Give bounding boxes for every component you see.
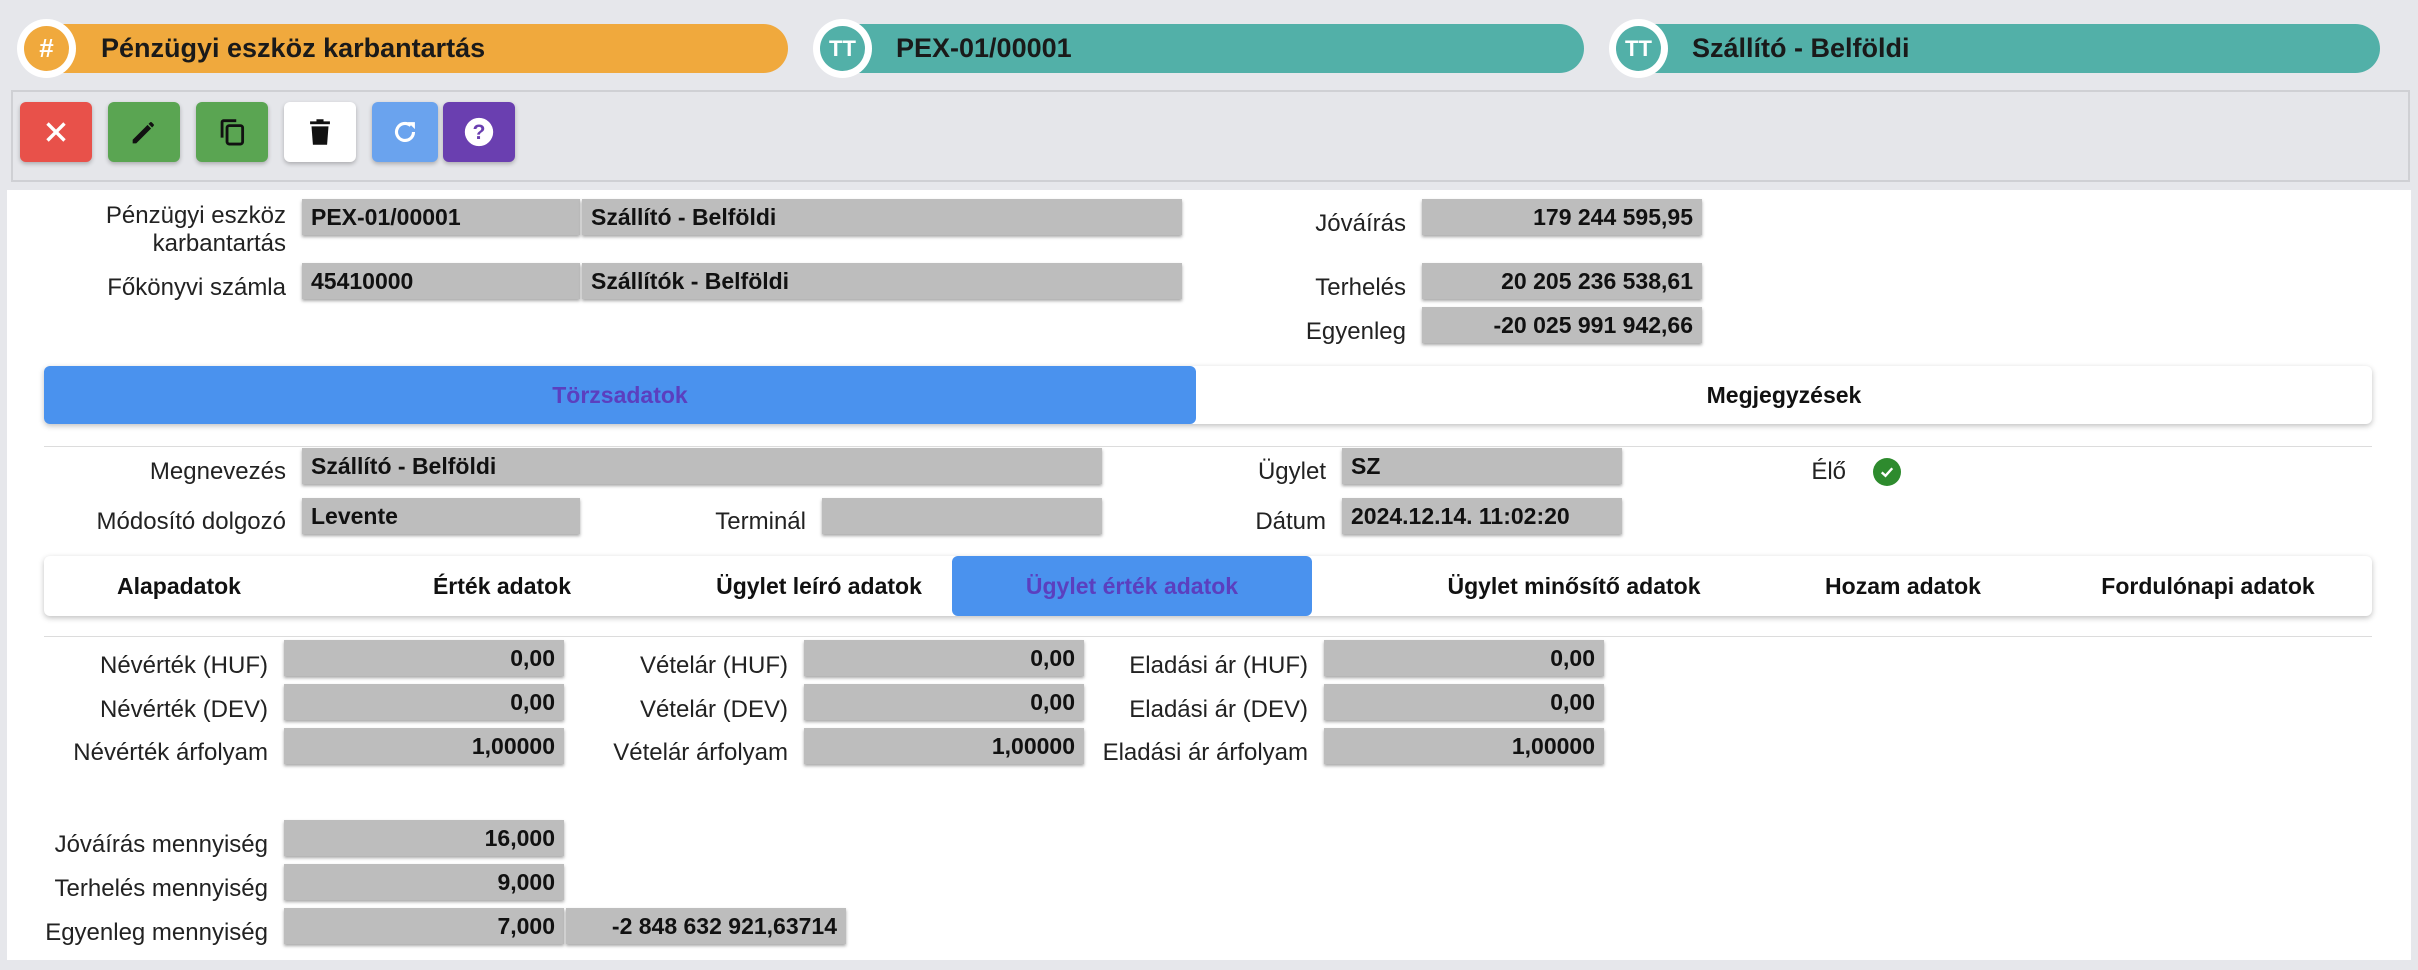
- help-button[interactable]: ?: [443, 102, 515, 162]
- trash-icon: [310, 119, 330, 145]
- code-pill: TT PEX-01/00001: [813, 19, 1584, 78]
- credit-label: Jóváírás: [1315, 210, 1406, 237]
- copy-icon: [220, 119, 245, 146]
- deal-label: Ügylet: [1257, 458, 1326, 485]
- terminal-label: Terminál: [715, 508, 806, 535]
- asset-name-field[interactable]: Szállító - Belföldi: [582, 199, 1182, 235]
- nom-huf-field[interactable]: 0,00: [284, 640, 564, 676]
- balance-qty-label: Egyenleg mennyiség: [45, 919, 268, 946]
- debit-label: Terhelés: [1315, 274, 1406, 301]
- name-field[interactable]: Szállító - Belföldi: [302, 448, 1102, 484]
- balance-amount-field[interactable]: -2 848 632 921,63714: [566, 908, 846, 944]
- ledger-code-field[interactable]: 45410000: [302, 263, 580, 299]
- sell-huf-label: Eladási ár (HUF): [1129, 652, 1308, 679]
- refresh-icon: [395, 121, 416, 142]
- name-label: Megnevezés: [149, 458, 286, 485]
- tab-megjegyzesek[interactable]: Megjegyzések: [1196, 366, 2372, 424]
- delete-button[interactable]: [284, 102, 356, 162]
- live-checkbox[interactable]: [1873, 458, 1901, 486]
- tab-torzsadatok[interactable]: Törzsadatok: [44, 366, 1196, 424]
- balance-label: Egyenleg: [1305, 318, 1406, 345]
- toolbar: [11, 90, 2410, 182]
- credit-qty-label: Jóváírás mennyiség: [54, 831, 268, 858]
- nom-rate-label: Névérték árfolyam: [73, 739, 268, 766]
- ledger-name-field[interactable]: Szállítók - Belföldi: [582, 263, 1182, 299]
- buy-rate-label: Vételár árfolyam: [613, 739, 788, 766]
- tab-ugylet-minosito-adatok[interactable]: Ügylet minősítő adatok: [1364, 556, 1784, 616]
- text-type-icon: TT: [1616, 26, 1661, 71]
- tab-hozam-adatok[interactable]: Hozam adatok: [1728, 556, 2078, 616]
- sell-dev-label: Eladási ár (DEV): [1129, 696, 1308, 723]
- hash-icon: #: [24, 26, 69, 71]
- date-label: Dátum: [1255, 508, 1326, 535]
- copy-button[interactable]: [196, 102, 268, 162]
- type-pill: TT Szállító - Belföldi: [1609, 19, 2380, 78]
- tab-ugylet-ertek-adatok[interactable]: Ügylet érték adatok: [952, 556, 1312, 616]
- text-type-badge: TT: [1609, 19, 1668, 78]
- divider: [44, 636, 2372, 637]
- title-pill: # Pénzügyi eszköz karbantartás: [17, 19, 788, 78]
- pencil-icon: [132, 122, 154, 144]
- sell-rate-label: Eladási ár árfolyam: [1102, 739, 1308, 766]
- debit-qty-label: Terhelés mennyiség: [54, 875, 268, 902]
- debit-qty-field[interactable]: 9,000: [284, 864, 564, 900]
- divider: [44, 446, 2372, 447]
- buy-dev-field[interactable]: 0,00: [804, 684, 1084, 720]
- refresh-button[interactable]: [372, 102, 438, 162]
- check-icon: [1880, 467, 1894, 478]
- sell-rate-field[interactable]: 1,00000: [1324, 728, 1604, 764]
- modifier-label: Módosító dolgozó: [96, 508, 286, 535]
- buy-huf-label: Vételár (HUF): [639, 652, 788, 679]
- asset-label: Pénzügyi eszköz karbantartás: [40, 202, 286, 258]
- sell-huf-field[interactable]: 0,00: [1324, 640, 1604, 676]
- buy-dev-label: Vételár (DEV): [639, 696, 788, 723]
- record-type: Szállító - Belföldi: [1692, 33, 1910, 63]
- text-type-icon: TT: [820, 26, 865, 71]
- tab-fordulonapi-adatok[interactable]: Fordulónapi adatok: [2044, 556, 2372, 616]
- page-title: Pénzügyi eszköz karbantartás: [101, 33, 486, 63]
- live-label: Élő: [1811, 458, 1846, 485]
- balance-field[interactable]: -20 025 991 942,66: [1422, 307, 1702, 343]
- buy-rate-field[interactable]: 1,00000: [804, 728, 1084, 764]
- ledger-label: Főkönyvi számla: [107, 274, 286, 301]
- credit-qty-field[interactable]: 16,000: [284, 820, 564, 856]
- buy-huf-field[interactable]: 0,00: [804, 640, 1084, 676]
- terminal-field[interactable]: [822, 498, 1102, 534]
- hash-badge: #: [17, 19, 76, 78]
- close-button[interactable]: [20, 102, 92, 162]
- asset-label-line1: Pénzügyi eszköz: [105, 202, 286, 229]
- sell-dev-field[interactable]: 0,00: [1324, 684, 1604, 720]
- text-type-badge: TT: [813, 19, 872, 78]
- nom-huf-label: Névérték (HUF): [99, 652, 268, 679]
- credit-field[interactable]: 179 244 595,95: [1422, 199, 1702, 235]
- close-icon: [46, 122, 66, 142]
- date-field[interactable]: 2024.12.14. 11:02:20: [1342, 498, 1622, 534]
- nom-dev-field[interactable]: 0,00: [284, 684, 564, 720]
- balance-qty-field[interactable]: 7,000: [284, 908, 564, 944]
- record-code: PEX-01/00001: [896, 33, 1072, 63]
- nom-rate-field[interactable]: 1,00000: [284, 728, 564, 764]
- nom-dev-label: Névérték (DEV): [99, 696, 268, 723]
- edit-button[interactable]: [108, 102, 180, 162]
- help-icon: ?: [464, 117, 494, 147]
- main-tabbar: Törzsadatok Megjegyzések: [44, 366, 2372, 424]
- deal-field[interactable]: SZ: [1342, 448, 1622, 484]
- asset-code-field[interactable]: PEX-01/00001: [302, 199, 580, 235]
- debit-field[interactable]: 20 205 236 538,61: [1422, 263, 1702, 299]
- tab-alapadatok[interactable]: Alapadatok: [44, 556, 314, 616]
- asset-label-line2: karbantartás: [152, 230, 286, 257]
- sub-tabbar: Alapadatok Érték adatok Ügylet leíró ada…: [44, 556, 2372, 616]
- modifier-field[interactable]: Levente: [302, 498, 580, 534]
- svg-text:?: ?: [473, 120, 486, 144]
